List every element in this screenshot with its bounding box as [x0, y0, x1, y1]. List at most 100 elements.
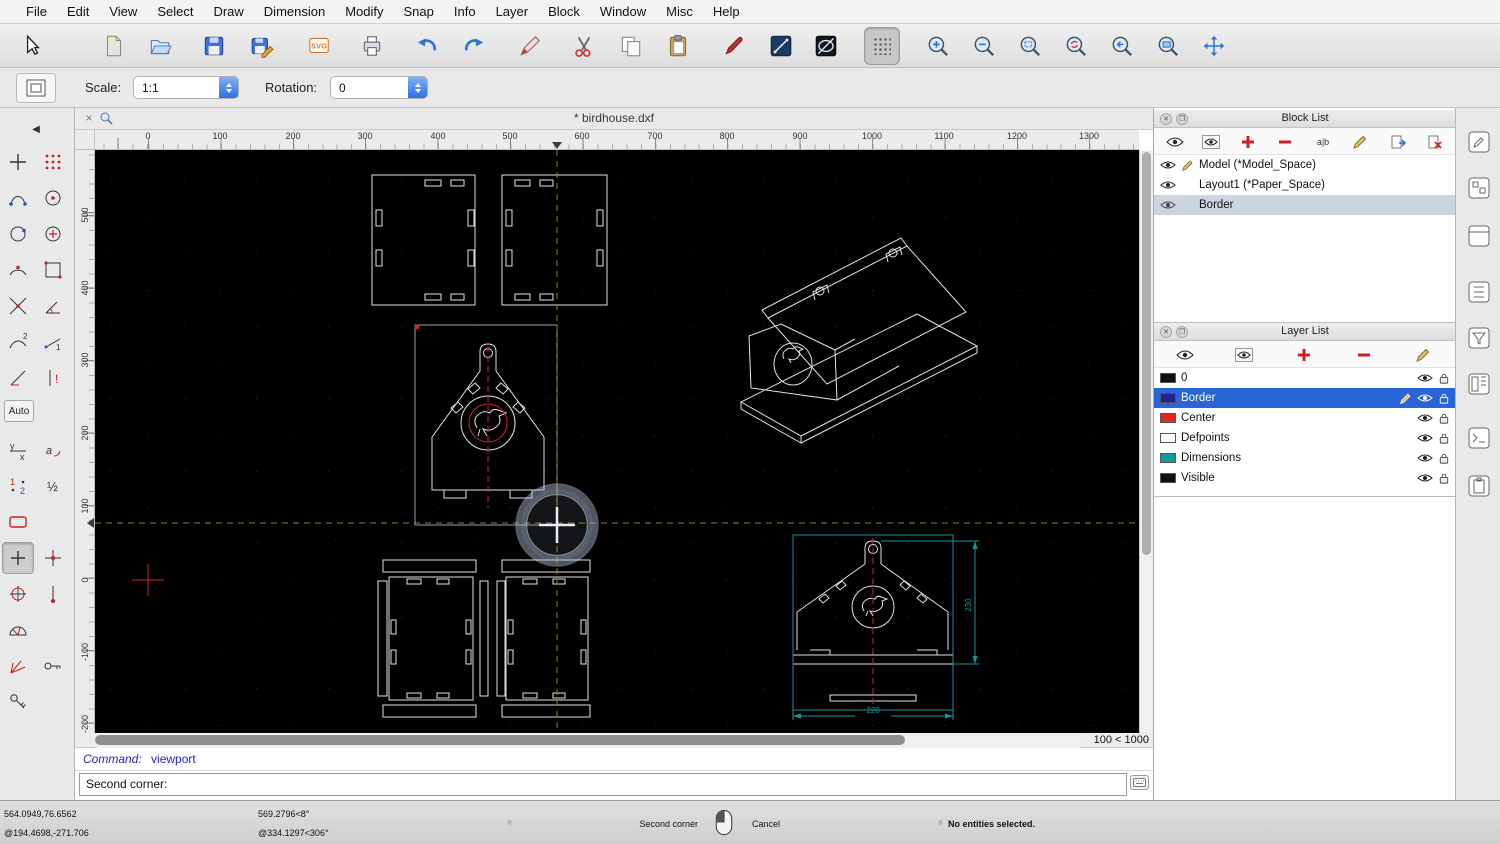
- back-button[interactable]: ◀: [4, 120, 68, 138]
- menu-layer[interactable]: Layer: [486, 0, 539, 24]
- zoom-pan-button[interactable]: [1196, 27, 1232, 65]
- menu-help[interactable]: Help: [703, 0, 750, 24]
- snap-distance-button[interactable]: [37, 254, 69, 286]
- block-row-layout1[interactable]: Layout1 (*Paper_Space): [1154, 175, 1456, 195]
- lock-icon[interactable]: [1438, 372, 1450, 385]
- save-as-button[interactable]: [244, 27, 280, 65]
- block-row-model[interactable]: Model (*Model_Space): [1154, 155, 1456, 175]
- snap-middle-button[interactable]: [2, 254, 34, 286]
- layer-row-center[interactable]: Center: [1154, 408, 1456, 428]
- menu-draw[interactable]: Draw: [203, 0, 253, 24]
- eye-icon[interactable]: [1417, 393, 1433, 403]
- open-file-button[interactable]: [142, 27, 178, 65]
- lock-icon[interactable]: [1438, 472, 1450, 485]
- pen-icon[interactable]: [1399, 392, 1412, 405]
- rotation-stepper[interactable]: [408, 77, 427, 98]
- dock-window-button[interactable]: [1461, 218, 1497, 254]
- dock-clipboard-button[interactable]: [1461, 468, 1497, 504]
- pencil-edit-button[interactable]: [512, 27, 548, 65]
- menu-window[interactable]: Window: [590, 0, 656, 24]
- layer-row-defpoints[interactable]: Defpoints: [1154, 428, 1456, 448]
- insert-block-button[interactable]: [1385, 131, 1411, 152]
- save-button[interactable]: [196, 27, 232, 65]
- eye-icon[interactable]: [1160, 200, 1176, 210]
- new-document-button[interactable]: [96, 27, 132, 65]
- eye-icon[interactable]: [1417, 473, 1433, 483]
- grid-toggle-button[interactable]: [864, 27, 900, 65]
- eye-icon[interactable]: [1417, 373, 1433, 383]
- block-toggle-visibility-button[interactable]: [1198, 131, 1224, 152]
- layer-row-0[interactable]: 0: [1154, 368, 1456, 388]
- set-relative-zero-button[interactable]: [2, 542, 34, 574]
- remove-layer-button[interactable]: [1351, 344, 1377, 365]
- cut-button[interactable]: [566, 27, 602, 65]
- dock-library-button[interactable]: [1461, 366, 1497, 402]
- zoom-out-button[interactable]: [966, 27, 1002, 65]
- key-tool-button[interactable]: [2, 686, 34, 718]
- cad-drawing[interactable]: 220 230: [95, 150, 1139, 733]
- snap-rel-circle-button[interactable]: [2, 578, 34, 610]
- copy-button[interactable]: [613, 27, 649, 65]
- coordinate-event-button[interactable]: yx: [2, 434, 34, 466]
- restrict-orthogonal-button[interactable]: [2, 362, 34, 394]
- horizontal-scrollbar-thumb[interactable]: [95, 735, 905, 745]
- snap-endpoint-button[interactable]: [2, 182, 34, 214]
- snap-distance-manual-button[interactable]: 2: [2, 326, 34, 358]
- selection-arrow-button[interactable]: [15, 27, 51, 65]
- menu-dimension[interactable]: Dimension: [254, 0, 335, 24]
- snap-center-button[interactable]: [37, 182, 69, 214]
- protractor-button[interactable]: [2, 614, 34, 646]
- undo-button[interactable]: [409, 27, 445, 65]
- lock-icon[interactable]: [1438, 452, 1450, 465]
- svg-export-button[interactable]: SVG: [301, 27, 337, 65]
- print-preview-button[interactable]: [354, 27, 390, 65]
- layer-visibility-button[interactable]: [1172, 344, 1198, 365]
- paste-button[interactable]: [660, 27, 696, 65]
- vertical-scrollbar[interactable]: [1139, 150, 1153, 733]
- snap-auto-button[interactable]: Auto: [4, 400, 34, 422]
- snap-entity-point-button[interactable]: [37, 218, 69, 250]
- restrict-nothing-button[interactable]: [2, 506, 34, 538]
- dock-pen-palette-button[interactable]: [1461, 124, 1497, 160]
- zoom-in-button[interactable]: [920, 27, 956, 65]
- eye-icon[interactable]: [1417, 413, 1433, 423]
- layer-row-visible[interactable]: Visible: [1154, 468, 1456, 488]
- eye-icon[interactable]: [1160, 180, 1176, 190]
- vertical-scrollbar-thumb[interactable]: [1142, 152, 1151, 555]
- relative-zero-marker-button[interactable]: [37, 542, 69, 574]
- dock-block-list-button[interactable]: [1461, 170, 1497, 206]
- add-layer-button[interactable]: [1291, 344, 1317, 365]
- remove-block-button[interactable]: [1272, 131, 1298, 152]
- menu-misc[interactable]: Misc: [656, 0, 703, 24]
- drawing-canvas[interactable]: 220 230: [95, 150, 1139, 733]
- add-block-button[interactable]: [1235, 131, 1261, 152]
- rotation-combobox[interactable]: 0: [330, 76, 428, 99]
- menu-view[interactable]: View: [99, 0, 147, 24]
- keyboard-toggle-button[interactable]: [1130, 775, 1149, 790]
- angle-event-button[interactable]: a: [37, 434, 69, 466]
- menu-select[interactable]: Select: [147, 0, 203, 24]
- fraction-half-button[interactable]: ½: [37, 470, 69, 502]
- lock-relative-zero-button[interactable]: [37, 650, 69, 682]
- snap-free-button[interactable]: [2, 146, 34, 178]
- angle-rays-button[interactable]: [2, 650, 34, 682]
- snap-angle-button[interactable]: [37, 290, 69, 322]
- snap-intersection-button[interactable]: [2, 290, 34, 322]
- layer-row-dimensions[interactable]: Dimensions: [1154, 448, 1456, 468]
- eye-icon[interactable]: [1160, 160, 1176, 170]
- eye-icon[interactable]: [1417, 433, 1433, 443]
- zoom-auto-button[interactable]: [1012, 27, 1048, 65]
- rename-block-button[interactable]: a|b: [1310, 131, 1336, 152]
- draft-mode-button[interactable]: [808, 27, 844, 65]
- zoom-redraw-button[interactable]: [1058, 27, 1094, 65]
- viewport-option-button[interactable]: [16, 73, 56, 103]
- snap-point-line-button[interactable]: [37, 578, 69, 610]
- menu-edit[interactable]: Edit: [57, 0, 99, 24]
- lock-icon[interactable]: [1438, 392, 1450, 405]
- menu-modify[interactable]: Modify: [335, 0, 393, 24]
- snap-grid-button[interactable]: [37, 146, 69, 178]
- menu-info[interactable]: Info: [444, 0, 486, 24]
- dock-command-widget-button[interactable]: [1461, 420, 1497, 456]
- dock-layer-list-button[interactable]: [1461, 274, 1497, 310]
- order-one-two-button[interactable]: 12: [2, 470, 34, 502]
